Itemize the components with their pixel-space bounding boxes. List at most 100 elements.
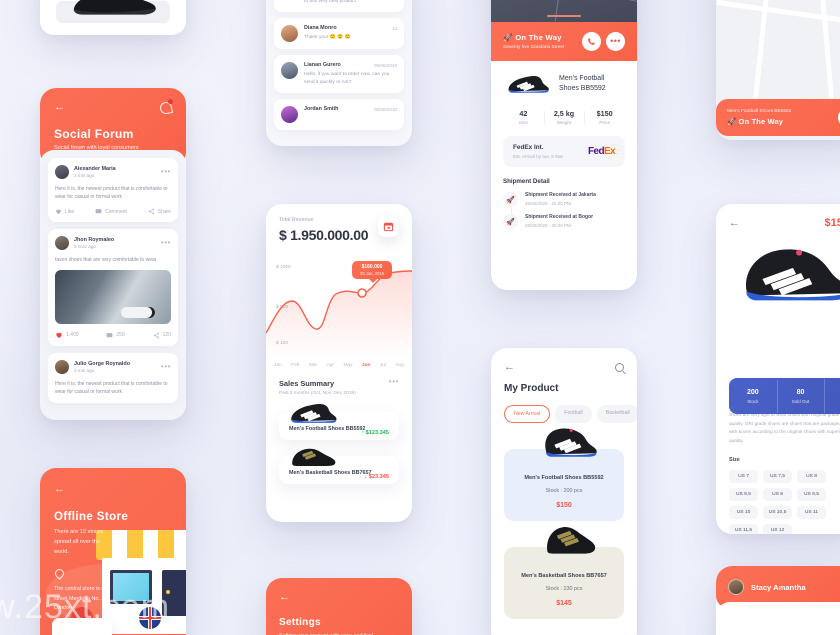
chat-list-card[interactable]: Steven Rienz 1d thank you, 🙂 I'm very ha… (266, 0, 412, 146)
delivery-tracking-card[interactable]: 10-15 mins 2,5 km away 🚀 On The Way Seve… (491, 0, 637, 290)
courier-name: FedEx Int. (513, 144, 544, 151)
chat-message: Thank you! 🙂 🙂 🙂 (304, 35, 351, 41)
share-button[interactable]: Share (148, 208, 171, 215)
size-option[interactable]: US 10 (729, 505, 758, 519)
like-button[interactable]: Like (55, 208, 74, 215)
like-button[interactable]: 1.400 (55, 331, 79, 339)
post-author: Alexander Maria (74, 166, 116, 172)
location-pin-icon (53, 567, 66, 581)
basketball-shoe-icon (292, 448, 336, 466)
offline-store-card[interactable]: ← Offline Store There are 10 stores spre… (40, 468, 186, 635)
chat-time: 05/06/2019 (374, 106, 397, 112)
shipment-date: 26/02/2020 - 22.00 PM (525, 201, 571, 206)
page-title: Offline Store (54, 511, 129, 523)
more-icon[interactable]: ••• (161, 168, 171, 176)
profile-card[interactable]: Stacy Amantha (716, 566, 840, 635)
comment-button[interactable]: 250 (106, 332, 125, 339)
rocket-icon: 🚀 (727, 117, 737, 126)
size-option[interactable]: US 8,5 (729, 487, 758, 501)
summary-subtitle: Past 3 months (Oct, Nov, Dec 2019) (279, 391, 356, 396)
more-icon[interactable]: ••• (389, 378, 399, 386)
post-photo[interactable] (55, 270, 171, 324)
profile-sheet (716, 602, 840, 635)
product-detail-card[interactable]: ← $150 200Stock 80Sold Out ★5.0Rating Me… (716, 204, 840, 534)
comment-icon (95, 209, 102, 214)
list-item[interactable]: Jhon Roymaleo 5 hour ago ••• favori shoe… (48, 229, 178, 346)
tab-football[interactable]: Football (555, 405, 592, 423)
product-card[interactable]: Men's Football Shoes BB5592 Stock : 200 … (504, 428, 624, 521)
revenue-chart-card[interactable]: Total Revenue $ 1.950.000.00 $ 1000 $ 50… (266, 204, 412, 522)
size-option[interactable]: US 7,5 (763, 469, 792, 483)
football-shoe-icon (746, 249, 840, 301)
chat-time: 1d (391, 25, 397, 31)
size-option[interactable]: US 9,5 (797, 487, 826, 501)
size-option[interactable]: US 7 (729, 469, 758, 483)
shipment-title: Shipment Received at Bogor (525, 214, 594, 220)
size-option[interactable]: US 11,5 (729, 523, 758, 534)
back-icon[interactable]: ← (729, 217, 740, 229)
shoe-preview-card[interactable] (40, 0, 186, 35)
delta-value: ↑ $123.345 (361, 430, 389, 436)
list-item[interactable]: Steven Rienz 1d thank you, 🙂 I'm very ha… (274, 0, 404, 13)
sales-summary: Sales Summary Past 3 months (Oct, Nov, D… (266, 368, 412, 495)
size-option[interactable]: US 9 (763, 487, 792, 501)
delivery-map-card[interactable]: Men's Football Shoes BB5592 🚀 On The Way… (716, 0, 840, 140)
size-section-label: Size (729, 456, 740, 463)
size-option[interactable]: US 11 (797, 505, 826, 519)
back-icon[interactable]: ← (279, 592, 399, 603)
my-product-card[interactable]: ← My Product New Arrival Football Basket… (491, 348, 637, 635)
product-price: $150 (824, 217, 840, 229)
football-shoe-icon (545, 428, 597, 457)
comment-button[interactable]: Comment (95, 208, 127, 215)
courier-card[interactable]: FedEx Int. Est. Arrival by tue, 5 Mar Fe… (503, 136, 625, 167)
drag-handle[interactable] (547, 14, 581, 17)
size-option[interactable]: US 12 (763, 523, 792, 534)
like-count: 1.400 (66, 332, 79, 338)
chat-time: 05/06/2019 (374, 62, 397, 68)
search-icon[interactable] (615, 363, 624, 372)
size-option[interactable]: US 10,5 (763, 505, 792, 519)
profile-name: Stacy Amantha (751, 582, 806, 592)
map-view[interactable]: 10-15 mins 2,5 km away (491, 0, 637, 22)
rocket-icon: 🚀 (503, 192, 518, 207)
my-product-header: ← (491, 348, 637, 373)
country-card-indonesia[interactable] (52, 607, 112, 635)
shipment-title: Shipment Received at Jakarta (525, 192, 596, 198)
phone-icon[interactable] (582, 32, 601, 51)
revenue-header: Total Revenue $ 1.950.000.00 (266, 204, 412, 243)
table-row[interactable]: ↑ $123.345 Men's Football Shoes BB5592 (279, 404, 399, 440)
list-item[interactable]: Julio Gorge Roynaldo 3 min ago ••• Here … (48, 353, 178, 403)
more-icon[interactable]: ••• (161, 239, 171, 247)
x-tick: Apr (326, 363, 335, 368)
tab-new-arrival[interactable]: New Arrival (504, 405, 551, 423)
list-item[interactable]: Diana Monro 1d Thank you! 🙂 🙂 🙂 (274, 18, 404, 50)
settings-card[interactable]: ← Settings Setting your account with eas… (266, 578, 412, 635)
size-option[interactable]: US 8 (797, 469, 826, 483)
share-icon (148, 208, 154, 215)
chart-tooltip: $160.000 30 Jun, 2019 (352, 261, 392, 283)
calendar-icon[interactable] (378, 216, 399, 237)
back-icon[interactable]: ← (54, 102, 172, 113)
list-item[interactable]: Alexander Maria 3 min ago ••• Here it is… (48, 158, 178, 222)
product-price: $150 (556, 502, 572, 509)
more-icon[interactable]: ••• (161, 363, 171, 371)
share-count: 120 (162, 332, 171, 338)
table-row[interactable]: ↓ $23.345 Men's Basketball Shoes BB7657 (279, 448, 399, 484)
revenue-chart: $ 1000 $ 500 $ 100 $160.000 30 Jun, 2019 (266, 249, 412, 361)
list-item[interactable]: Jordan Smith 05/06/2019 (274, 99, 404, 131)
product-stat-bar: 200Stock 80Sold Out ★5.0Rating (729, 378, 840, 414)
back-icon[interactable]: ← (54, 484, 172, 495)
more-icon[interactable]: ••• (606, 32, 625, 51)
product-card[interactable]: Men's Basketball Shoes BB7657 Stock : 23… (504, 527, 624, 619)
avatar (728, 579, 744, 595)
basketball-shoe-icon (547, 527, 596, 554)
list-item[interactable]: Lianan Gurero 05/06/2019 Hello, if you w… (274, 55, 404, 94)
share-button[interactable]: 120 (153, 332, 171, 339)
delivery-status-pill[interactable]: Men's Football Shoes BB5592 🚀 On The Way… (716, 99, 840, 136)
back-icon[interactable]: ← (504, 362, 515, 373)
social-forum-card[interactable]: ← Social Forum Social forum with loyal c… (40, 88, 186, 420)
post-time: 5 hour ago (74, 244, 96, 249)
country-card-uk[interactable] (120, 607, 180, 635)
tab-basketball[interactable]: Basketball (596, 405, 637, 423)
post-time: 3 min ago (74, 173, 95, 178)
